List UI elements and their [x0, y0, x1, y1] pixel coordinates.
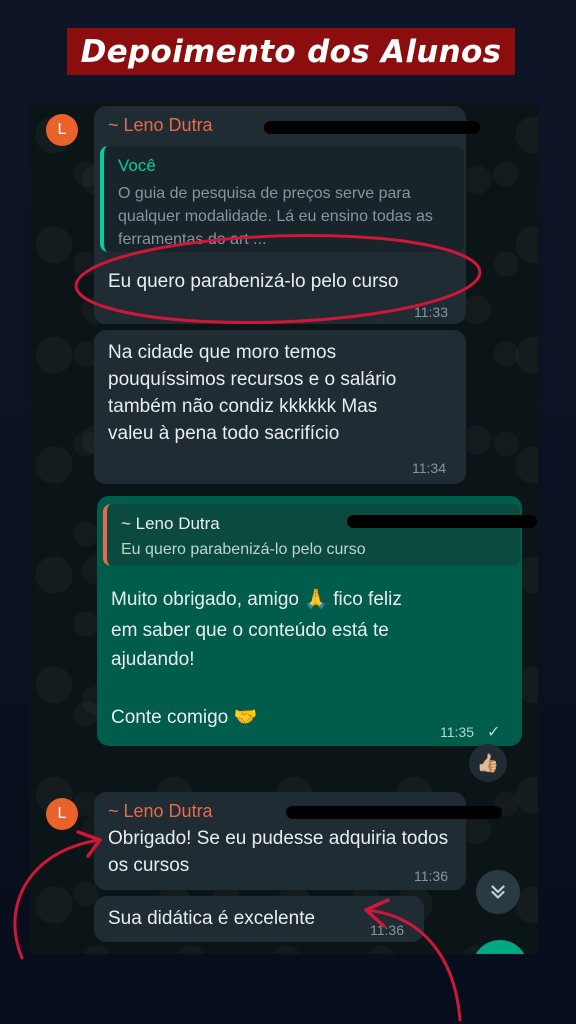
highlight-circle — [74, 233, 482, 325]
arrow-to-message — [364, 908, 462, 1022]
arrow-to-message — [13, 838, 102, 960]
annotation-overlay — [13, 233, 482, 1022]
